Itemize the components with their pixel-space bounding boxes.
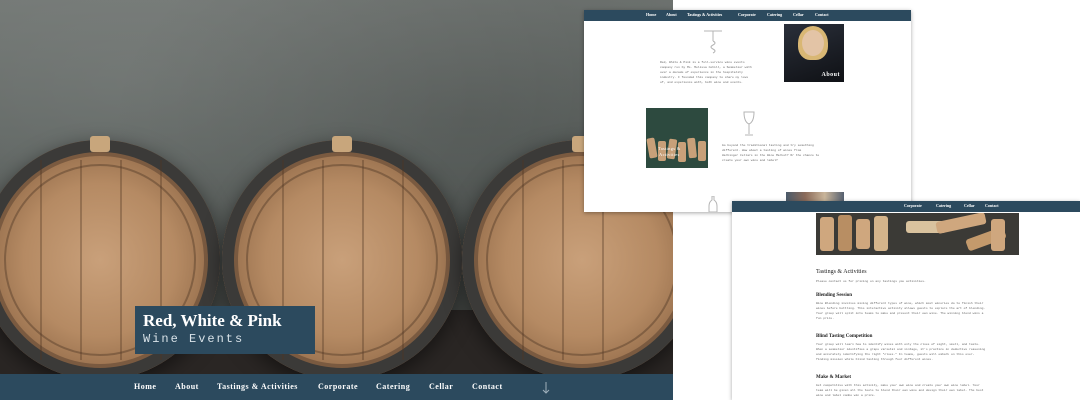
section-body-blending: Wine Blending involves mixing different … (816, 302, 986, 320)
contact-line: Please contact us for pricing on any tas… (816, 280, 926, 283)
nav-contact[interactable]: Contact (472, 382, 503, 391)
tastings-tile-label: Tastings & Activities (658, 146, 681, 157)
nav-catering[interactable]: Catering (936, 203, 951, 208)
nav-corporate[interactable]: Corporate (318, 382, 358, 391)
brand-title-box: Red, White & Pink Wine Events (135, 306, 315, 354)
barrel-bung (90, 136, 110, 152)
about-photo-tile[interactable]: About (784, 24, 844, 82)
brand-title: Red, White & Pink (143, 311, 282, 330)
main-navigation: Home About Tastings & Activities Corpora… (0, 374, 673, 400)
nav-cellar[interactable]: Cellar (429, 382, 453, 391)
corks-banner-image (816, 213, 1019, 255)
about-intro-text: Red, White & Pink is a full-service wine… (660, 61, 752, 84)
nav-about[interactable]: About (666, 12, 677, 17)
section-body-blind-tasting: Your group will learn how to identify wi… (816, 343, 986, 361)
nav-contact[interactable]: Contact (985, 203, 999, 208)
nav-catering[interactable]: Catering (376, 382, 410, 391)
barrel-bung (332, 136, 352, 152)
nav-corporate[interactable]: Corporate (904, 203, 922, 208)
nav-catering[interactable]: Catering (767, 12, 782, 17)
nav-cellar[interactable]: Cellar (793, 12, 804, 17)
tastings-intro-text: Go beyond the traditional tasting and tr… (722, 144, 820, 162)
section-heading-blending: Blending Session (816, 293, 852, 298)
hero-section: Red, White & Pink Wine Events Home About… (0, 0, 673, 400)
wine-bottle-icon (708, 196, 718, 212)
screenshot-navigation: Home About Tastings & Activities Corpora… (584, 10, 911, 21)
arrow-down-icon[interactable] (542, 382, 550, 394)
section-body-make-market: Get competitive with this activity, make… (816, 384, 984, 397)
section-heading-make-market: Make & Market (816, 375, 851, 380)
section-heading-blind-tasting: Blind Tasting Competition (816, 334, 873, 339)
nav-cellar[interactable]: Cellar (964, 203, 975, 208)
screenshot-about-page: Home About Tastings & Activities Corpora… (584, 10, 911, 212)
nav-home[interactable]: Home (646, 12, 656, 17)
nav-tastings-activities[interactable]: Tastings & Activities (217, 382, 298, 391)
about-tile-label: About (821, 72, 840, 78)
screenshot-navigation: Corporate Catering Cellar Contact (732, 201, 1080, 212)
wine-glass-icon (743, 111, 755, 136)
brand-subtitle: Wine Events (143, 332, 245, 346)
nav-tastings-activities[interactable]: Tastings & Activities (687, 12, 722, 17)
nav-contact[interactable]: Contact (815, 12, 829, 17)
nav-home[interactable]: Home (134, 382, 156, 391)
tastings-photo-tile[interactable]: Tastings & Activities (646, 108, 708, 168)
nav-corporate[interactable]: Corporate (738, 12, 756, 17)
screenshot-tastings-page: Corporate Catering Cellar Contact Tastin… (732, 201, 1080, 400)
nav-about[interactable]: About (175, 382, 199, 391)
corkscrew-icon (704, 30, 722, 54)
page-title: Tastings & Activities (816, 269, 867, 275)
